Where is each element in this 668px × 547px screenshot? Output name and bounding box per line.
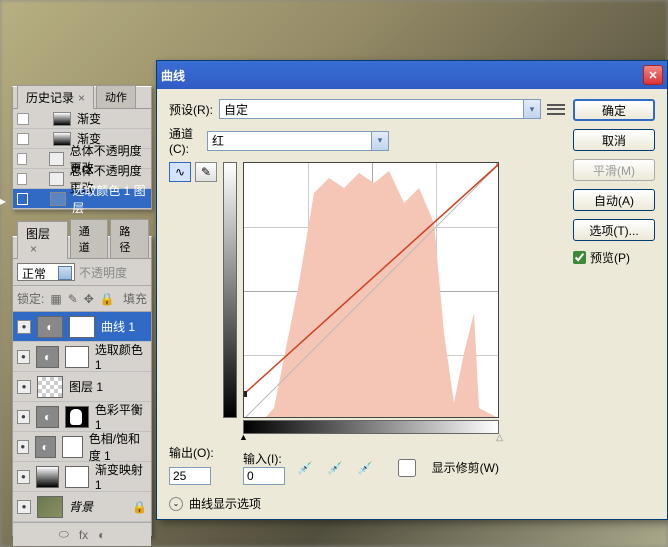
history-palette: 历史记录× 动作 渐变 渐变 总体不透明度更改 总体不透明度更改 ▸选取颜色 1…	[12, 86, 152, 210]
lock-transparency-icon[interactable]: ▦	[50, 292, 61, 306]
preset-menu-icon[interactable]	[547, 101, 565, 117]
output-field[interactable]	[169, 467, 211, 485]
visibility-icon[interactable]	[17, 410, 30, 424]
visibility-icon[interactable]	[17, 500, 31, 514]
curve-point[interactable]	[244, 391, 247, 397]
curves-dialog: 曲线 ✕ 预设(R): 通道(C): ∿ ✎	[156, 60, 668, 520]
layer-row[interactable]: 背景🔒	[13, 492, 151, 522]
dialog-titlebar[interactable]: 曲线 ✕	[157, 61, 667, 89]
tab-layers[interactable]: 图层×	[17, 221, 68, 259]
preview-checkbox[interactable]: 预览(P)	[573, 249, 655, 266]
layer-row[interactable]: 图层 1	[13, 372, 151, 402]
output-label: 输出(O):	[169, 444, 214, 461]
input-label: 输入(I):	[243, 450, 285, 467]
lock-position-icon[interactable]: ✥	[84, 292, 94, 306]
gray-eyedropper-icon[interactable]: 💉	[325, 459, 345, 477]
blend-mode-select[interactable]: 正常	[17, 263, 75, 281]
lock-icon: 🔒	[132, 500, 147, 514]
visibility-icon[interactable]	[17, 470, 30, 484]
chevron-down-icon[interactable]	[372, 131, 389, 151]
layer-row[interactable]: 色彩平衡 1	[13, 402, 151, 432]
layer-row[interactable]: 选取颜色 1	[13, 342, 151, 372]
black-eyedropper-icon[interactable]: 💉	[295, 459, 315, 477]
close-tab-icon[interactable]: ×	[30, 242, 37, 256]
brush-source-icon[interactable]: ▸	[17, 193, 28, 205]
curve-point[interactable]	[497, 163, 499, 166]
options-button[interactable]: 选项(T)...	[573, 219, 655, 241]
history-tabs: 历史记录× 动作	[13, 87, 151, 109]
output-gradient	[223, 162, 237, 418]
black-point-slider[interactable]: ▲	[239, 432, 248, 442]
input-field[interactable]	[243, 467, 285, 485]
visibility-icon[interactable]	[17, 440, 29, 454]
tab-history[interactable]: 历史记录×	[17, 85, 94, 109]
layers-palette: 图层× 通道 路径 正常 不透明度 锁定: ▦ ✎ ✥ 🔒 填充 曲线 1 选取…	[12, 236, 152, 536]
layers-footer: ⬭ fx ◐	[13, 522, 151, 546]
auto-button[interactable]: 自动(A)	[573, 189, 655, 211]
link-icon[interactable]: ⬭	[59, 527, 69, 542]
chevron-icon: ⌄	[169, 497, 183, 511]
preset-label: 预设(R):	[169, 101, 213, 118]
channel-label: 通道(C):	[169, 125, 201, 156]
fill-label: 填充	[123, 290, 147, 307]
lock-paint-icon[interactable]: ✎	[68, 292, 78, 306]
tab-channels[interactable]: 通道	[70, 219, 109, 258]
history-item[interactable]: 渐变	[13, 109, 151, 129]
lock-all-icon[interactable]: 🔒	[100, 292, 115, 306]
close-tab-icon[interactable]: ×	[78, 91, 85, 105]
layers-tabs: 图层× 通道 路径	[13, 237, 151, 259]
channel-combo[interactable]	[207, 131, 389, 151]
ok-button[interactable]: 确定	[573, 99, 655, 121]
cancel-button[interactable]: 取消	[573, 129, 655, 151]
close-button[interactable]: ✕	[643, 65, 663, 85]
preset-combo[interactable]	[219, 99, 541, 119]
lock-label: 锁定:	[17, 290, 44, 307]
visibility-icon[interactable]	[17, 350, 30, 364]
opacity-label: 不透明度	[79, 264, 127, 281]
visibility-icon[interactable]	[17, 380, 31, 394]
white-eyedropper-icon[interactable]: 💉	[355, 459, 375, 477]
tab-paths[interactable]: 路径	[110, 219, 149, 258]
dialog-title: 曲线	[161, 67, 185, 84]
input-gradient	[243, 420, 499, 434]
layer-row[interactable]: 曲线 1	[13, 312, 151, 342]
curve-draw-tool[interactable]: ✎	[195, 162, 217, 182]
fx-icon[interactable]: fx	[79, 528, 88, 542]
histogram	[244, 163, 499, 418]
curve-display-expand[interactable]: ⌄ 曲线显示选项	[169, 495, 565, 512]
curve-canvas[interactable]	[243, 162, 499, 418]
chevron-down-icon[interactable]	[524, 99, 541, 119]
tab-actions[interactable]: 动作	[96, 85, 136, 108]
mask-icon[interactable]: ◐	[98, 528, 105, 542]
show-clipping-checkbox[interactable]: 显示修剪(W)	[386, 459, 499, 477]
smooth-button: 平滑(M)	[573, 159, 655, 181]
white-point-slider[interactable]: △	[496, 432, 503, 443]
curve-point-tool[interactable]: ∿	[169, 162, 191, 182]
layer-row[interactable]: 渐变映射 1	[13, 462, 151, 492]
visibility-icon[interactable]	[17, 320, 31, 334]
history-item[interactable]: ▸选取颜色 1 图层	[13, 189, 151, 209]
layer-row[interactable]: 色相/饱和度 1	[13, 432, 151, 462]
